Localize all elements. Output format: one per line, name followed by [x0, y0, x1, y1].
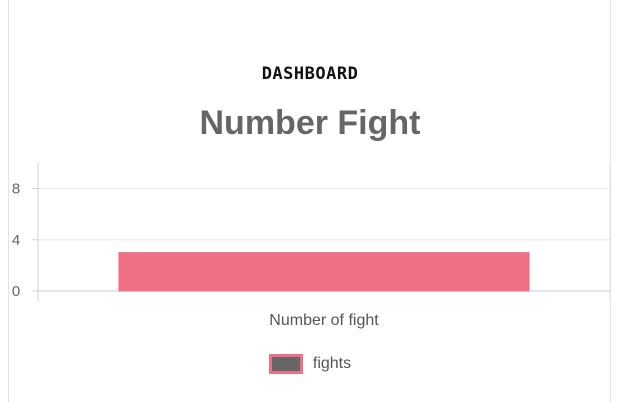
- x-axis: Number of fight: [269, 312, 379, 329]
- y-tick-label-4: 4: [12, 232, 20, 249]
- y-axis: 0 4 8: [12, 163, 39, 301]
- legend[interactable]: fights: [0, 354, 620, 374]
- legend-swatch-fights[interactable]: [268, 354, 303, 374]
- y-tick-label-0: 0: [12, 283, 20, 300]
- bars: [118, 252, 530, 292]
- bar-chart: 0 4 8 Number of fight: [12, 163, 611, 329]
- x-tick-label-0: Number of fight: [269, 312, 379, 329]
- y-tick-label-8: 8: [12, 181, 20, 198]
- bar-fights-0: [118, 252, 530, 292]
- legend-label-fights[interactable]: fights: [313, 355, 351, 373]
